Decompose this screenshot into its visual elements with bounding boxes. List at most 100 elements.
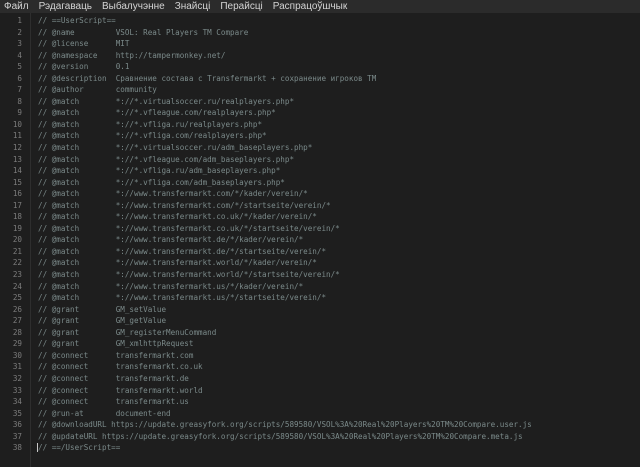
code-text: // ==UserScript== [38, 16, 116, 25]
code-line[interactable]: 31 // @connect transfermarkt.co.uk [0, 361, 640, 373]
code-line[interactable]: 23 // @match *://www.transfermarkt.world/… [0, 269, 640, 281]
code-text: // @match *://www.transfermarkt.de/*/sta… [38, 246, 327, 256]
line-number: 7 [17, 85, 22, 95]
code-line[interactable]: 29 // @grant GM_xmlhttpRequest [0, 338, 640, 350]
line-number: 20 [12, 235, 22, 245]
editor-lines: 1 // ==UserScript== 2 // @name VSOL: Real P… [0, 15, 640, 454]
code-text: // @description Сравнение состава с Tran… [38, 73, 377, 83]
code-line[interactable]: 11 // @match *://*.vfliga.com/realplayers… [0, 130, 640, 142]
menu-bar: Файл Рэдагаваць Выбалучэнне Знайсці Пера… [0, 0, 640, 13]
line-number: 3 [17, 39, 22, 49]
code-text: // @connect transfermarkt.com [38, 350, 194, 360]
line-number: 12 [12, 143, 22, 153]
code-line[interactable]: 21 // @match *://www.transfermarkt.de/*/s… [0, 246, 640, 258]
code-text: // @connect transfermarkt.us [38, 397, 189, 407]
code-line[interactable]: 37 // @updateURL https://update.greasyfor… [0, 431, 640, 443]
code-text: // @match *://www.transfermarkt.co.uk/*/… [38, 212, 317, 222]
vertical-scrollbar[interactable] [632, 13, 640, 467]
code-line[interactable]: 1 // ==UserScript== [0, 15, 640, 27]
code-line[interactable]: 20 // @match *://www.transfermarkt.de/*/k… [0, 234, 640, 246]
code-line[interactable]: 4 // @namespace http://tampermonkey.net/ [0, 50, 640, 62]
code-line[interactable]: 35 // @run-at document-end [0, 408, 640, 420]
line-number: 10 [12, 119, 22, 129]
code-text: // @namespace http://tampermonkey.net/ [38, 50, 226, 60]
line-number: 1 [17, 16, 22, 25]
code-line[interactable]: 12 // @match *://*.virtualsoccer.ru/adm_b… [0, 142, 640, 154]
code-text: // ==/UserScript== [38, 443, 121, 453]
code-text: // @connect transfermarkt.co.uk [38, 362, 203, 372]
code-editor[interactable]: 1 // ==UserScript== 2 // @name VSOL: Real P… [0, 13, 640, 467]
code-line[interactable]: 13 // @match *://*.vfleague.com/adm_basep… [0, 154, 640, 166]
code-text: // @grant GM_getValue [38, 316, 167, 326]
code-line[interactable]: 7 // @author community [0, 84, 640, 96]
line-number: 38 [12, 443, 22, 453]
code-line[interactable]: 27 // @grant GM_getValue [0, 315, 640, 327]
code-text: // @license MIT [38, 39, 130, 49]
menu-find[interactable]: Знайсці [170, 0, 216, 13]
code-text: // @match *://www.transfermarkt.de/*/kad… [38, 235, 304, 245]
code-line[interactable]: 25 // @match *://www.transfermarkt.us/*/s… [0, 292, 640, 304]
line-number: 23 [12, 270, 22, 280]
line-number: 28 [12, 327, 22, 337]
code-text: // @match *://*.vfleague.com/realplayers… [38, 108, 276, 118]
menu-go[interactable]: Перайсці [215, 0, 267, 13]
code-text: // @grant GM_xmlhttpRequest [38, 339, 194, 349]
line-number: 34 [12, 397, 22, 407]
code-line[interactable]: 26 // @grant GM_setValue [0, 304, 640, 316]
code-text: // @run-at document-end [38, 408, 171, 418]
code-line[interactable]: 22 // @match *://www.transfermarkt.world/… [0, 257, 640, 269]
line-number: 4 [17, 50, 22, 60]
line-number: 22 [12, 258, 22, 268]
code-text: // @grant GM_setValue [38, 304, 167, 314]
code-text: // @match *://www.transfermarkt.com/*/ka… [38, 189, 308, 199]
code-text: // @match *://www.transfermarkt.com/*/st… [38, 200, 331, 210]
menu-file[interactable]: Файл [0, 0, 34, 13]
line-number: 8 [17, 96, 22, 106]
code-line[interactable]: 16 // @match *://www.transfermarkt.com/*/… [0, 188, 640, 200]
code-line[interactable]: 38 // ==/UserScript== [0, 442, 640, 454]
code-line[interactable]: 9 // @match *://*.vfleague.com/realplayer… [0, 107, 640, 119]
line-number: 26 [12, 304, 22, 314]
code-line[interactable]: 8 // @match *://*.virtualsoccer.ru/realpl… [0, 96, 640, 108]
code-text: // @grant GM_registerMenuCommand [38, 327, 217, 337]
code-text: // @match *://*.vfliga.com/adm_baseplaye… [38, 177, 285, 187]
line-number: 27 [12, 316, 22, 326]
menu-edit[interactable]: Рэдагаваць [34, 0, 97, 13]
code-line[interactable]: 34 // @connect transfermarkt.us [0, 396, 640, 408]
code-line[interactable]: 28 // @grant GM_registerMenuCommand [0, 327, 640, 339]
code-line[interactable]: 18 // @match *://www.transfermarkt.co.uk/… [0, 211, 640, 223]
code-line[interactable]: 17 // @match *://www.transfermarkt.com/*/… [0, 200, 640, 212]
line-number: 17 [12, 200, 22, 210]
code-text: // @author community [38, 85, 157, 95]
line-number: 16 [12, 189, 22, 199]
code-text: // @version 0.1 [38, 62, 130, 72]
code-line[interactable]: 36 // @downloadURL https://update.greasyf… [0, 419, 640, 431]
code-text: // @name VSOL: Real Players TM Compare [38, 27, 249, 37]
code-line[interactable]: 32 // @connect transfermarkt.de [0, 373, 640, 385]
text-cursor [37, 443, 38, 453]
code-line[interactable]: 6 // @description Сравнение состава с Tra… [0, 73, 640, 85]
code-line[interactable]: 15 // @match *://*.vfliga.com/adm_basepla… [0, 177, 640, 189]
code-line[interactable]: 2 // @name VSOL: Real Players TM Compare [0, 27, 640, 39]
code-line[interactable]: 30 // @connect transfermarkt.com [0, 350, 640, 362]
code-line[interactable]: 19 // @match *://www.transfermarkt.co.uk/… [0, 223, 640, 235]
code-text: // @match *://www.transfermarkt.world/*/… [38, 258, 317, 268]
menu-developer[interactable]: Распрацоўшчык [268, 0, 352, 13]
line-number: 36 [12, 420, 22, 430]
code-line[interactable]: 24 // @match *://www.transfermarkt.us/*/k… [0, 281, 640, 293]
code-line[interactable]: 3 // @license MIT [0, 38, 640, 50]
code-line[interactable]: 14 // @match *://*.vfliga.ru/adm_baseplay… [0, 165, 640, 177]
code-text: // @match *://*.vfliga.ru/adm_baseplayer… [38, 166, 281, 176]
line-number: 29 [12, 339, 22, 349]
code-text: // @match *://www.transfermarkt.us/*/kad… [38, 281, 304, 291]
code-text: // @match *://www.transfermarkt.us/*/sta… [38, 293, 327, 303]
line-number: 15 [12, 177, 22, 187]
line-number: 2 [17, 27, 22, 37]
code-text: // @match *://*.vfliga.com/realplayers.p… [38, 131, 267, 141]
code-line[interactable]: 33 // @connect transfermarkt.world [0, 385, 640, 397]
menu-selection[interactable]: Выбалучэнне [97, 0, 170, 13]
code-text: // @downloadURL https://update.greasyfor… [38, 420, 532, 430]
code-line[interactable]: 5 // @version 0.1 [0, 61, 640, 73]
line-number: 19 [12, 223, 22, 233]
code-line[interactable]: 10 // @match *://*.vfliga.ru/realplayers.… [0, 119, 640, 131]
